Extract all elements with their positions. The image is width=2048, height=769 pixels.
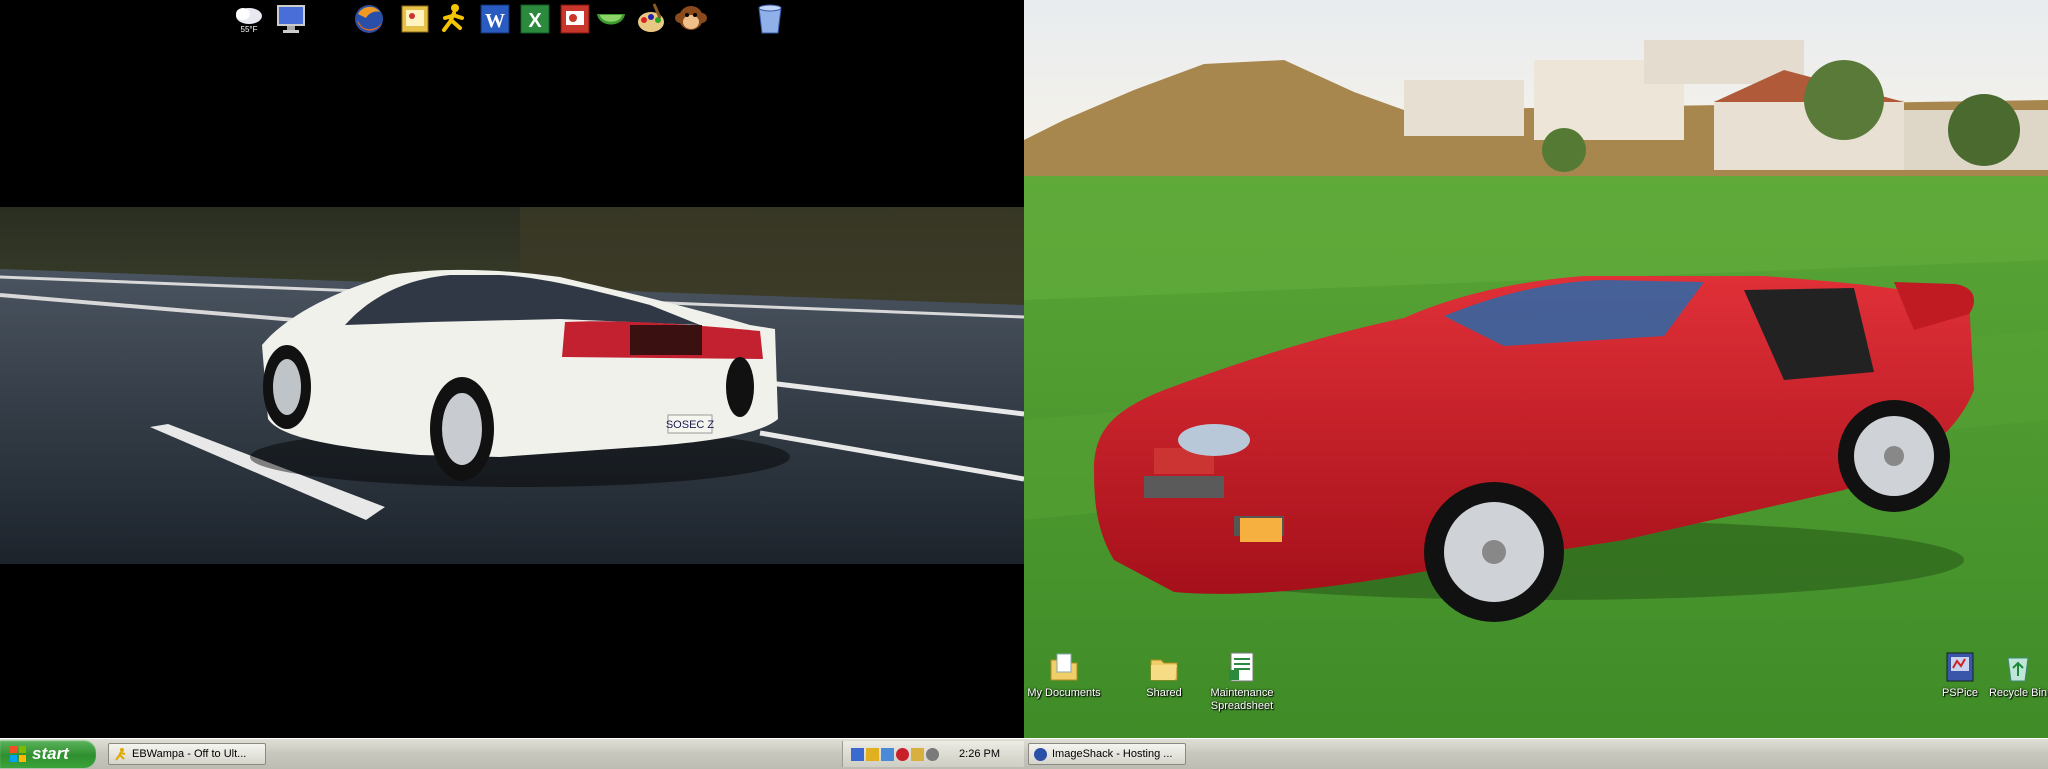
paint-palette-icon[interactable] [634,2,668,36]
monitor-icon[interactable] [274,2,308,36]
desktop-icon-my-documents[interactable]: My Documents [1024,650,1104,700]
aim-running-man-icon [115,747,126,761]
taskbar-left: start EBWampa - Off to Ult... 2:26 PM [0,738,1024,769]
pencil-tray-icon[interactable] [911,747,924,761]
desktop-icon-label: PSPice [1941,687,1979,699]
network-tray-icon[interactable] [851,747,864,761]
weather-icon[interactable]: 55°F [232,2,266,36]
antivirus-tray-icon[interactable] [896,747,909,761]
powerpoint-icon[interactable] [558,2,592,36]
recycle-bin-icon [2007,657,2029,682]
start-label: start [32,744,69,763]
windows-flag-icon [10,746,26,762]
right-monitor-desktop: My Documents Shared Maintenance Spreadsh… [1024,0,2048,738]
taskbar-right: ImageShack - Hosting ... [1024,738,2048,769]
desktop-icon-maintenance-spreadsheet[interactable]: Maintenance Spreadsheet [1202,650,1282,713]
desktop-icon-label: Maintenance Spreadsheet [1210,687,1274,712]
messenger-tray-icon[interactable] [881,747,894,761]
tray-icons [851,747,941,761]
volume-tray-icon[interactable] [926,747,939,761]
my-documents-icon [1050,653,1078,681]
white-car-wallpaper: SOSEC Z [0,207,1024,564]
task-button-ebwampa[interactable]: EBWampa - Off to Ult... [108,743,266,765]
desktop-icon-label: Recycle Bin [1988,687,2048,699]
desktop-icon-shared[interactable]: Shared [1124,650,1204,700]
security-tray-icon[interactable] [866,747,879,761]
icon-dock: 55°F W X [0,0,1024,42]
desktop-icon-label: My Documents [1027,687,1101,699]
task-button-imageshack[interactable]: ImageShack - Hosting ... [1028,743,1186,765]
start-button[interactable]: start [0,740,96,768]
firefox-icon[interactable] [352,2,386,36]
spreadsheet-icon [1229,652,1254,682]
left-monitor-desktop: 55°F W X SOSEC Z [0,0,1024,738]
red-car-wallpaper [1024,0,2048,738]
monkey-icon[interactable] [674,2,708,36]
aim-running-man-icon[interactable] [436,2,470,36]
excel-icon[interactable]: X [518,2,552,36]
firefox-icon [1034,747,1047,761]
shared-folder-icon [1150,659,1178,681]
photo-viewer-icon[interactable] [398,2,432,36]
task-button-label: ImageShack - Hosting ... [1052,748,1173,760]
melon-icon[interactable] [594,2,628,36]
desktop-icon-label: Shared [1146,687,1182,699]
clock[interactable]: 2:26 PM [959,748,1000,760]
license-plate: SOSEC Z [666,419,715,431]
desktop-icon-recycle-bin[interactable]: Recycle Bin [1978,650,2048,700]
svg-text:X: X [528,10,542,32]
pspice-icon [1946,652,1974,682]
word-icon[interactable]: W [478,2,512,36]
recycle-bin-dock-icon[interactable] [753,2,787,36]
system-tray: 2:26 PM [842,741,1024,767]
svg-text:W: W [485,10,505,32]
task-button-label: EBWampa - Off to Ult... [132,748,247,760]
weather-temp: 55°F [241,25,258,34]
